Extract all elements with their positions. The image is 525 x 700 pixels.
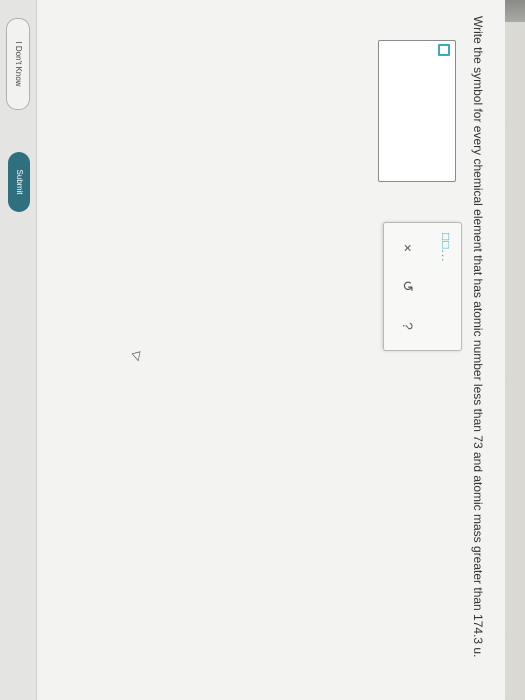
help-icon[interactable]: ? (393, 311, 423, 341)
submit-button[interactable]: Submit (8, 152, 30, 212)
math-toolbox: □□... × ↺ ? (383, 222, 462, 351)
undo-icon[interactable]: ↺ (393, 271, 423, 301)
screen: Write the symbol for every chemical elem… (0, 0, 505, 700)
answer-input[interactable] (378, 40, 456, 182)
dont-know-button[interactable]: I Don't Know (6, 18, 30, 110)
mouse-pointer-icon: ▷ (130, 350, 146, 363)
question-text: Write the symbol for every chemical elem… (471, 16, 485, 658)
template-icon[interactable]: □□... (439, 233, 453, 263)
clear-icon[interactable]: × (393, 233, 423, 263)
question-panel: Write the symbol for every chemical elem… (30, 0, 505, 700)
text-cursor (438, 44, 450, 56)
